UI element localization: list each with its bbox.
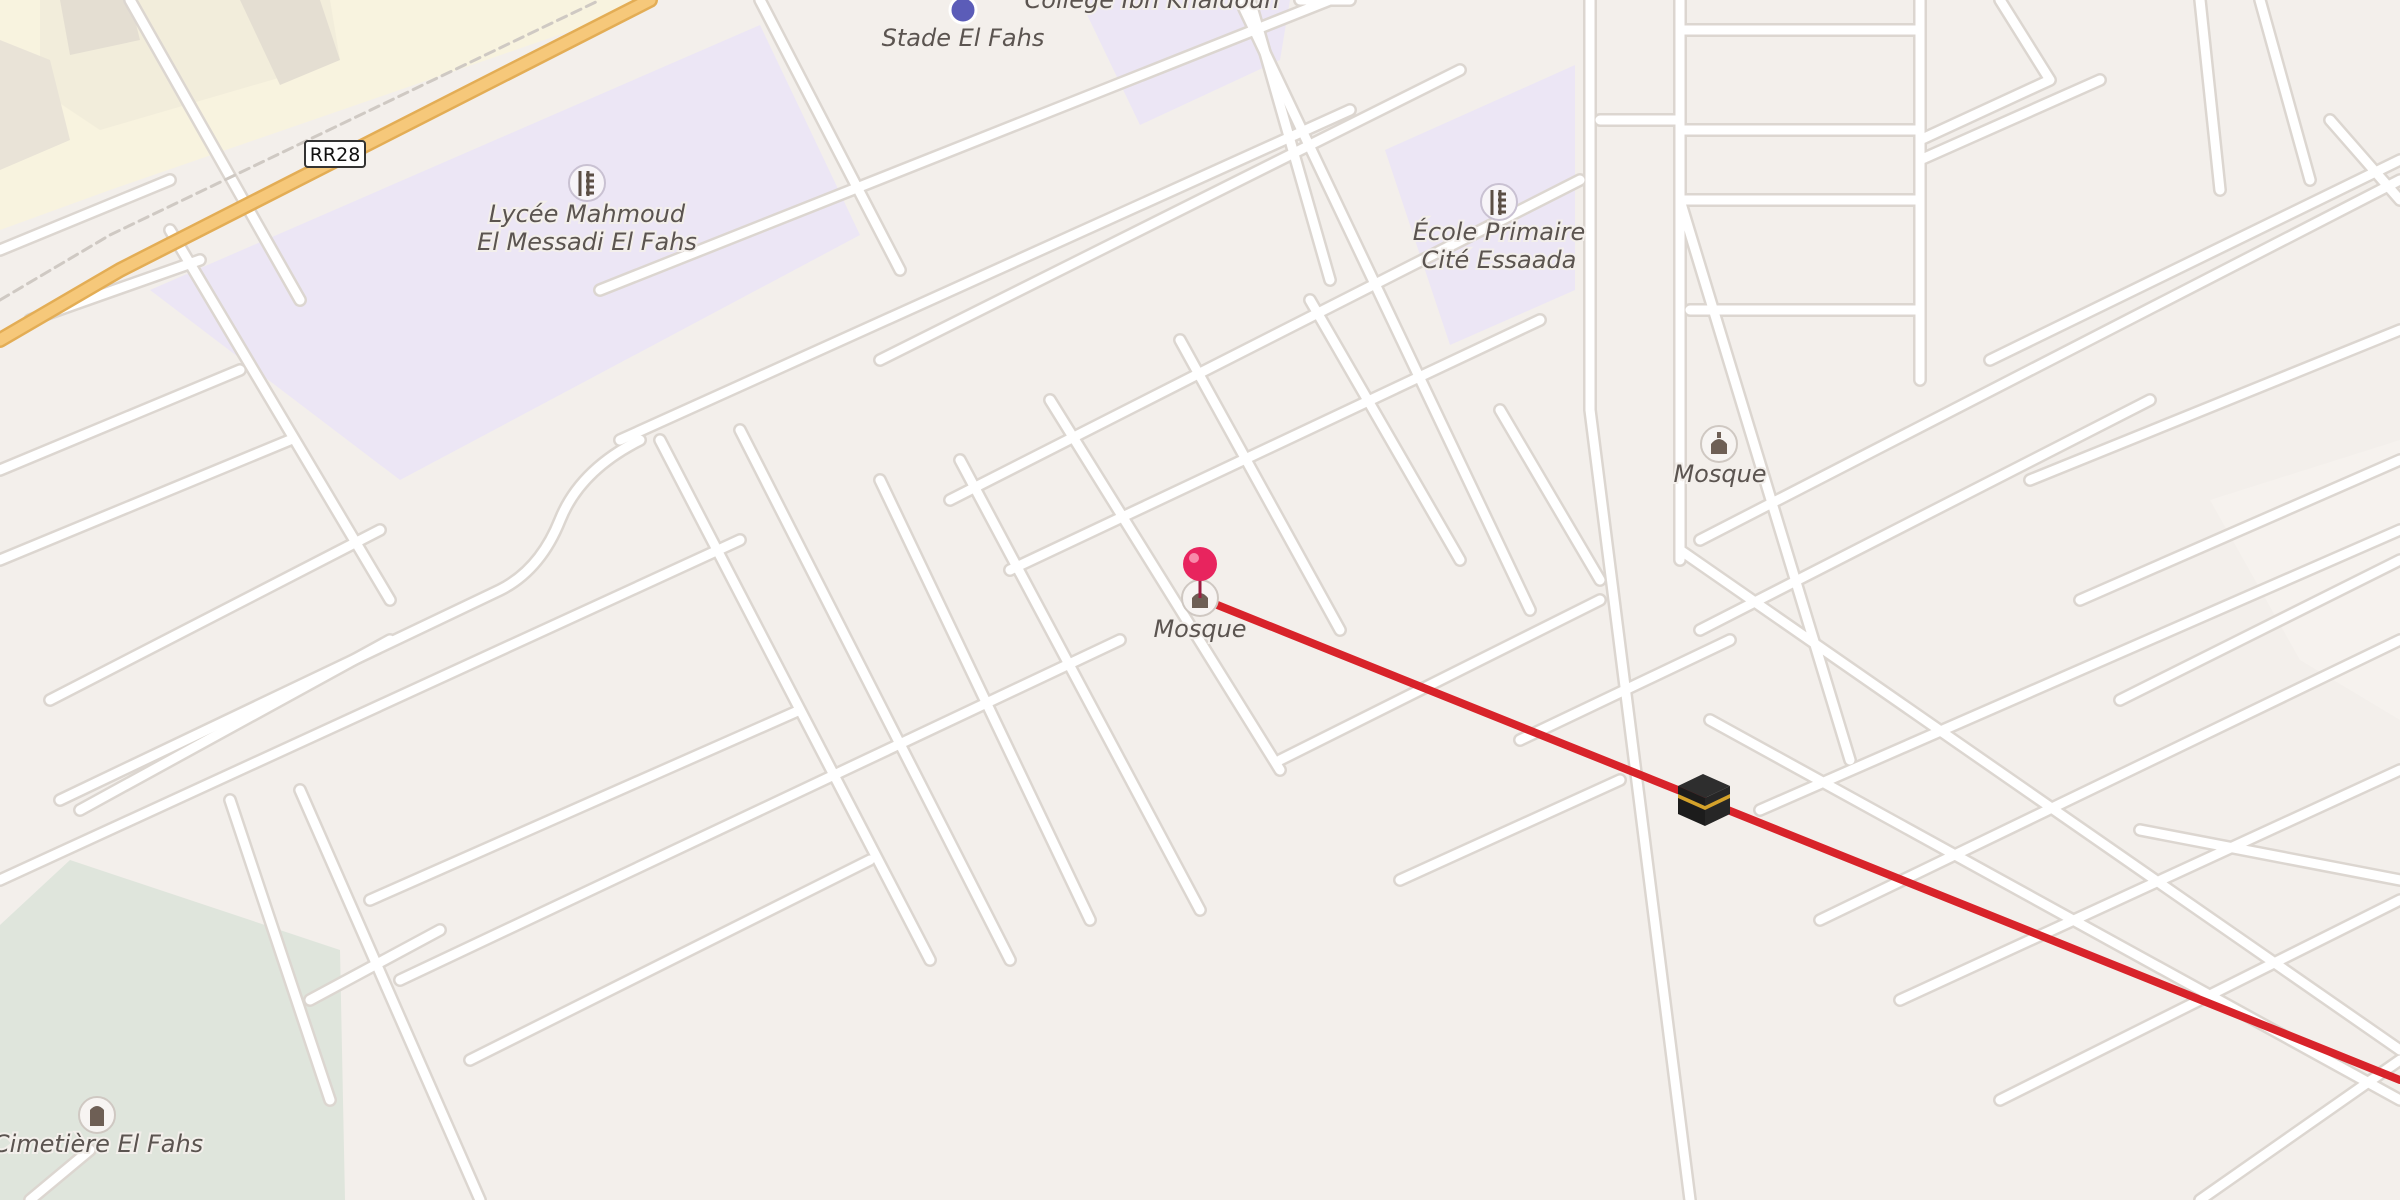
mosque-icon <box>1700 425 1738 463</box>
poi-ecole-label-line1: École Primaire <box>1413 217 1586 246</box>
school-icon <box>568 164 606 202</box>
poi-cemetery-label: Cimetière El Fahs <box>0 1130 203 1158</box>
poi-college-label: Collège Ibn Khaldoun <box>1025 0 1280 14</box>
poi-lycee-label-line1: Lycée Mahmoud <box>489 200 686 228</box>
poi-lycee-label-line2: El Messadi El Fahs <box>477 228 697 256</box>
stadium-icon <box>948 0 978 25</box>
poi-stade-label: Stade El Fahs <box>882 24 1045 52</box>
poi-college[interactable]: Collège Ibn Khaldoun <box>1023 0 1282 16</box>
poi-ecole-label-line2: Cité Essaada <box>1422 246 1577 274</box>
poi-mosque-1-label: Mosque <box>1153 615 1246 643</box>
road-shield-label: RR28 <box>310 144 361 166</box>
cemetery-icon <box>78 1096 116 1134</box>
poi-mosque-2-label: Mosque <box>1673 460 1766 488</box>
map-canvas[interactable]: RR28 Stade El Fahs Collège Ibn Khaldoun … <box>0 0 2400 1200</box>
road-shield: RR28 <box>304 140 366 168</box>
school-icon <box>1480 183 1518 221</box>
